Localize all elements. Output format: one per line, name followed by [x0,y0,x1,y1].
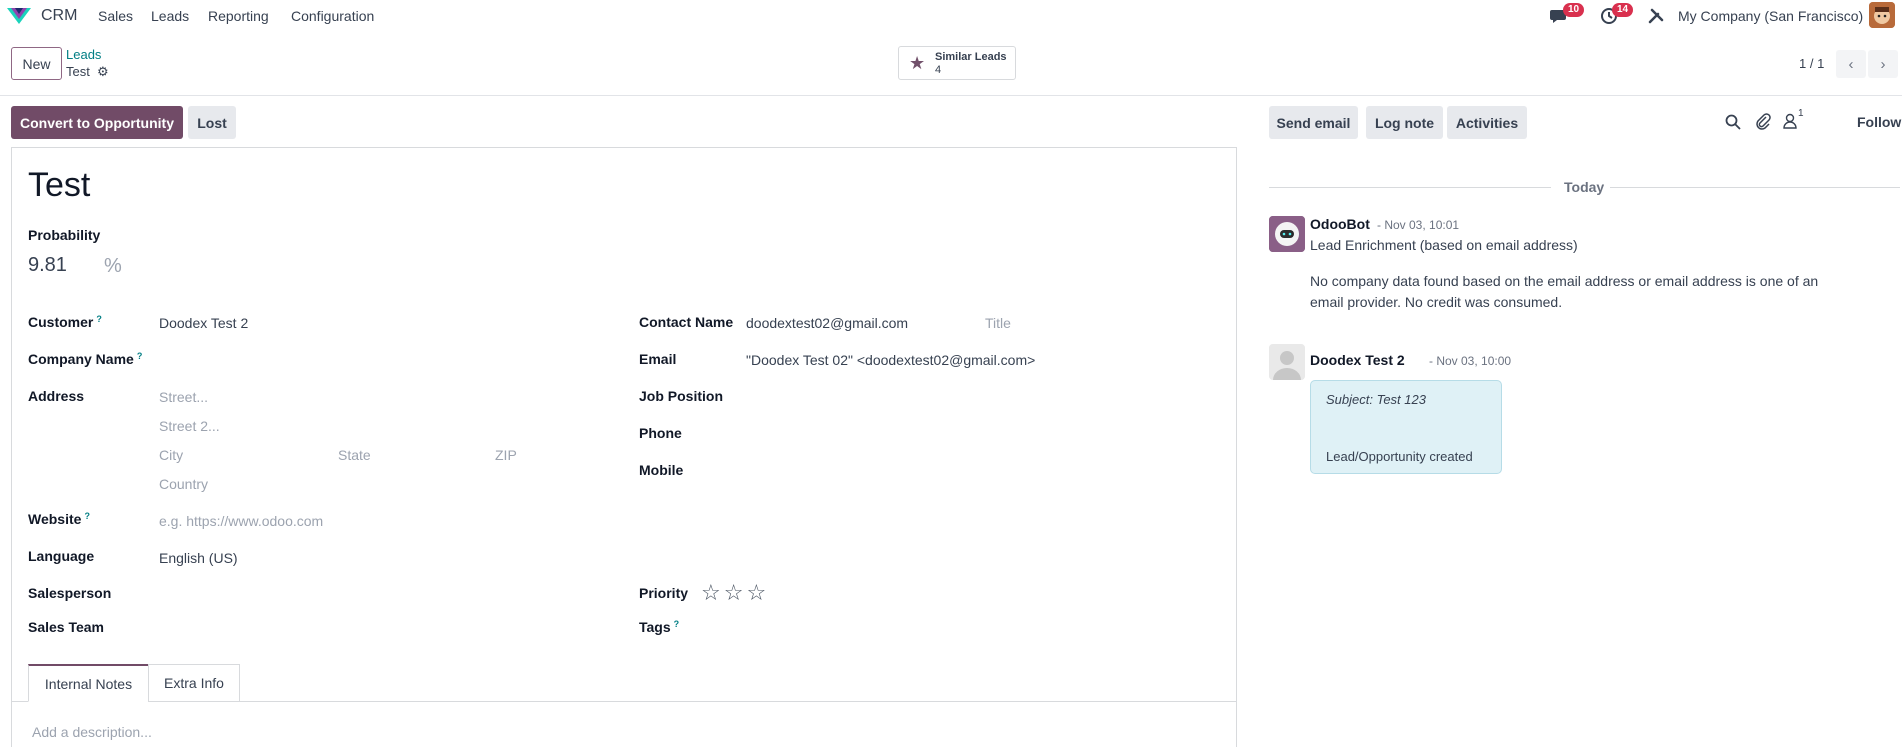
message-date: - Nov 03, 10:01 [1377,218,1460,232]
customer-label: Customer? [28,314,102,330]
date-separator-label: Today [1564,179,1605,195]
message-body-line: No company data found based on the email… [1310,273,1819,289]
crm-app-icon[interactable] [6,6,32,26]
contact-avatar[interactable] [1269,344,1305,380]
breadcrumb-leads[interactable]: Leads [66,47,101,62]
website-label-text: Website [28,511,82,527]
breadcrumb-current: Test [66,64,90,79]
customer-label-text: Customer [28,314,94,330]
website-label: Website? [28,511,90,527]
priority-stars-widget[interactable]: ☆☆☆ [701,580,769,606]
menu-leads[interactable]: Leads [151,8,189,24]
pager-value[interactable]: 1 / 1 [1799,56,1824,71]
similar-leads-count: 4 [935,64,942,76]
website-input[interactable]: e.g. https://www.odoo.com [159,513,323,529]
company-name-label: Company Name? [28,351,142,367]
help-icon[interactable]: ? [96,314,102,324]
phone-label: Phone [639,425,682,441]
tags-label-text: Tags [639,619,671,635]
new-button[interactable]: New [11,47,62,80]
address-label: Address [28,388,85,404]
followers-count: 1 [1798,108,1804,119]
priority-label: Priority [639,585,689,601]
message-date: - Nov 03, 10:00 [1429,354,1512,368]
message-bubble: Subject: Test 123 Lead/Opportunity creat… [1310,380,1502,474]
contact-name-field[interactable]: doodextest02@gmail.com [746,315,908,331]
customer-field[interactable]: Doodex Test 2 [159,315,248,331]
probability-unit: % [104,255,122,277]
log-note-button[interactable]: Log note [1366,106,1443,139]
mobile-label: Mobile [639,462,684,478]
probability-input[interactable]: 9.81 [28,254,67,277]
title-input[interactable]: Title [985,315,1011,331]
street-input[interactable]: Street... [159,389,208,405]
chevron-right-icon: › [1880,55,1886,73]
tab-extra-info[interactable]: Extra Info [148,664,240,702]
zip-input[interactable]: ZIP [495,447,517,463]
tags-label: Tags? [639,619,679,635]
messages-badge: 10 [1563,3,1585,17]
convert-to-opportunity-button[interactable]: Convert to Opportunity [11,106,183,139]
email-label: Email [639,351,677,367]
activities-badge: 14 [1612,3,1634,17]
message-subject: Subject: Test 123 [1326,392,1426,407]
form-sheet [11,147,1237,747]
message-body-line: email provider. No credit was consumed. [1310,294,1563,310]
followers-icon[interactable] [1783,113,1797,129]
paperclip-icon[interactable] [1755,113,1771,130]
menu-sales[interactable]: Sales [98,8,133,24]
language-label: Language [28,548,95,564]
date-separator-left [1269,187,1551,188]
lost-button[interactable]: Lost [188,106,236,139]
company-switcher[interactable]: My Company (San Francisco) [1678,8,1863,24]
help-icon[interactable]: ? [84,511,90,521]
contact-name-label: Contact Name [639,314,734,330]
app-name[interactable]: CRM [41,7,77,25]
description-input[interactable]: Add a description... [32,724,152,740]
pager-next-button[interactable]: › [1868,50,1898,78]
salesperson-label: Salesperson [28,585,112,601]
message-author[interactable]: Doodex Test 2 [1310,352,1405,368]
probability-label: Probability [28,227,101,243]
send-email-button[interactable]: Send email [1269,106,1358,139]
odoobot-avatar[interactable] [1269,216,1305,252]
message-body-line: Lead Enrichment (based on email address) [1310,237,1578,253]
activities-button[interactable]: Activities [1447,106,1527,139]
pager-previous-button[interactable]: ‹ [1836,50,1866,78]
gear-icon[interactable]: ⚙ [97,64,109,80]
follow-button[interactable]: Follow [1857,114,1901,130]
chevron-left-icon: ‹ [1848,55,1854,73]
top-navbar: CRM Sales Leads Reporting Configuration … [0,0,1902,32]
similar-leads-button[interactable]: ★ Similar Leads 4 [898,46,1016,80]
similar-leads-label: Similar Leads [935,51,1007,63]
message-body: Lead/Opportunity created [1326,449,1473,464]
message-author[interactable]: OdooBot [1310,216,1370,232]
date-separator-right [1610,187,1900,188]
tab-internal-notes[interactable]: Internal Notes [28,664,149,702]
star-icon: ★ [909,53,926,73]
street2-input[interactable]: Street 2... [159,418,220,434]
search-icon[interactable] [1725,114,1741,130]
city-input[interactable]: City [159,447,183,463]
lead-title[interactable]: Test [28,166,90,205]
country-input[interactable]: Country [159,476,208,492]
menu-configuration[interactable]: Configuration [291,8,374,24]
help-icon[interactable]: ? [674,619,680,629]
email-field[interactable]: "Doodex Test 02" <doodextest02@gmail.com… [746,352,1035,368]
state-input[interactable]: State [338,447,371,463]
sales-team-label: Sales Team [28,619,105,635]
menu-reporting[interactable]: Reporting [208,8,269,24]
user-avatar[interactable] [1869,2,1895,28]
help-icon[interactable]: ? [137,351,143,361]
tools-icon[interactable] [1648,8,1664,24]
company-name-label-text: Company Name [28,351,134,367]
job-position-label: Job Position [639,388,723,404]
language-field[interactable]: English (US) [159,550,238,566]
